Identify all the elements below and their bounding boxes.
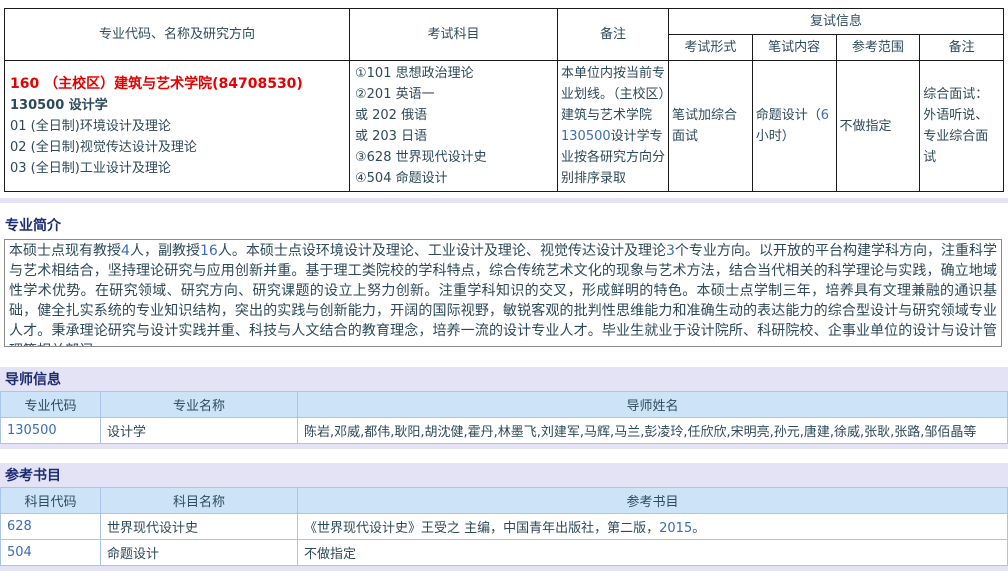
intro-text: 本硕士点现有教授4人，副教授16人。本硕士点设环境设计及理论、工业设计及理论、视… — [4, 239, 1002, 347]
books-table: 科目代码 科目名称 参考书目 628 世界现代设计史 《世界现代设计史》王受之 … — [0, 487, 1008, 566]
retest-written-cell: 命题设计（6小时） — [752, 61, 836, 192]
retest-scope-cell: 不做指定 — [836, 61, 920, 192]
tutors-major-code: 130500 — [1, 418, 101, 444]
header-exam-subjects: 考试科目 — [350, 9, 558, 61]
book-reference: 《世界现代设计史》王受之 主编，中国青年出版社，第二版，2015。 — [298, 514, 1008, 540]
major-line: 130500 设计学 — [10, 95, 346, 116]
tutors-header-names: 导师姓名 — [298, 392, 1008, 418]
book-subject-name: 命题设计 — [101, 540, 298, 566]
intro-section-title: 专业简介 — [0, 213, 1008, 237]
tutors-header-major: 专业名称 — [101, 392, 298, 418]
header-retest-form: 考试形式 — [669, 35, 753, 61]
book-subject-code: 504 — [1, 540, 101, 566]
admission-table: 专业代码、名称及研究方向 考试科目 备注 复试信息 考试形式 笔试内容 参考范围… — [4, 8, 1004, 192]
book-reference: 不做指定 — [298, 540, 1008, 566]
subject-line: ③628 世界现代设计史 — [355, 147, 554, 168]
tutors-table: 专业代码 专业名称 导师姓名 130500 设计学 陈岩,邓威,都伟,耿阳,胡沈… — [0, 391, 1008, 444]
major-cell: 160 （主校区）建筑与艺术学院(84708530) 130500 设计学 01… — [5, 61, 350, 192]
table-row: 130500 设计学 陈岩,邓威,都伟,耿阳,胡沈健,霍丹,林墨飞,刘建军,马辉… — [1, 418, 1008, 444]
exam-subjects-cell: ①101 思想政治理论 ②201 英语一 或 202 俄语 或 203 日语 ③… — [350, 61, 558, 192]
subject-line: ②201 英语一 — [355, 84, 554, 105]
college-line: 160 （主校区）建筑与艺术学院(84708530) — [10, 74, 346, 95]
tutors-names: 陈岩,邓威,都伟,耿阳,胡沈健,霍丹,林墨飞,刘建军,马辉,马兰,彭凌玲,任欣欣… — [298, 418, 1008, 444]
table-row: 628 世界现代设计史 《世界现代设计史》王受之 主编，中国青年出版社，第二版，… — [1, 514, 1008, 540]
direction-line: 02 (全日制)视觉传达设计及理论 — [10, 137, 346, 158]
tutors-header-code: 专业代码 — [1, 392, 101, 418]
table-row: 504 命题设计 不做指定 — [1, 540, 1008, 566]
tutors-section: 导师信息 专业代码 专业名称 导师姓名 130500 设计学 陈岩,邓威,都伟,… — [0, 367, 1008, 449]
subject-line: ①101 思想政治理论 — [355, 63, 554, 84]
subject-line: 或 203 日语 — [355, 126, 554, 147]
retest-note-cell: 综合面试：外语听说、专业综合面试 — [920, 61, 1004, 192]
subject-line: 或 202 俄语 — [355, 105, 554, 126]
retest-form-cell: 笔试加综合面试 — [669, 61, 753, 192]
section-divider — [0, 198, 1008, 203]
direction-line: 03 (全日制)工业设计及理论 — [10, 158, 346, 179]
direction-line: 01 (全日制)环境设计及理论 — [10, 116, 346, 137]
header-retest-written: 笔试内容 — [752, 35, 836, 61]
books-header-reference: 参考书目 — [298, 488, 1008, 514]
header-major-code: 专业代码、名称及研究方向 — [5, 9, 350, 61]
tutors-major-name: 设计学 — [101, 418, 298, 444]
subject-line: ④504 命题设计 — [355, 168, 554, 189]
book-subject-name: 世界现代设计史 — [101, 514, 298, 540]
books-header-subject: 科目名称 — [101, 488, 298, 514]
books-section-title: 参考书目 — [0, 463, 1008, 487]
note-cell: 本单位内按当前专业划线。（主校区）建筑与艺术学院130500设计学专业按各研究方… — [558, 61, 669, 192]
tutors-section-title: 导师信息 — [0, 367, 1008, 391]
header-note: 备注 — [558, 9, 669, 61]
header-retest-info: 复试信息 — [669, 9, 1004, 35]
book-subject-code: 628 — [1, 514, 101, 540]
header-retest-scope: 参考范围 — [836, 35, 920, 61]
books-header-code: 科目代码 — [1, 488, 101, 514]
header-retest-note: 备注 — [920, 35, 1004, 61]
